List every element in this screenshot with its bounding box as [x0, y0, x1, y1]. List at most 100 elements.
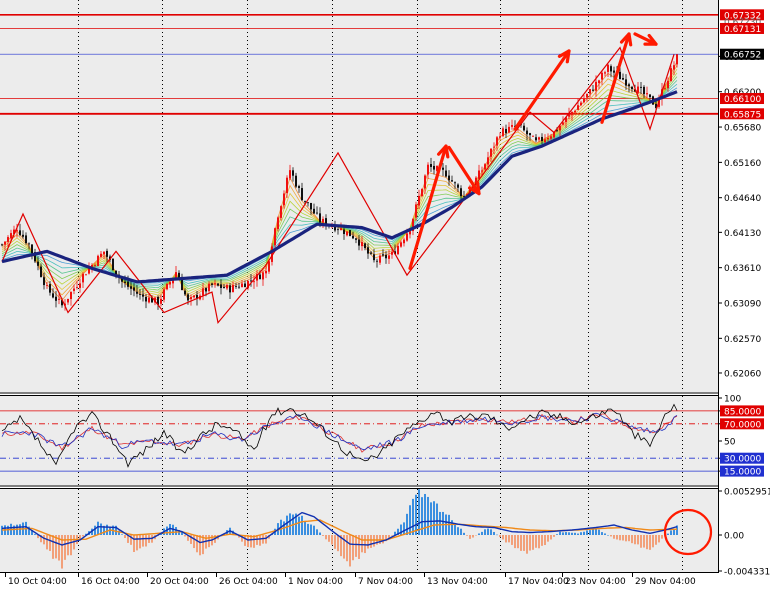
macd-histogram-bar — [643, 535, 645, 548]
price-panel-background[interactable] — [0, 0, 718, 392]
candle-body — [223, 287, 225, 289]
candle-body — [307, 202, 309, 204]
macd-histogram-bar — [607, 535, 609, 536]
candle-body — [232, 285, 234, 293]
candle-body — [571, 111, 573, 115]
macd-histogram-bar — [661, 535, 663, 539]
candle-body — [532, 135, 534, 137]
candle-body — [169, 282, 171, 285]
macd-histogram-bar — [592, 528, 594, 536]
candle-body — [46, 285, 48, 286]
price-level-badge-label: 0.67131 — [724, 25, 761, 35]
candle-body — [127, 281, 129, 287]
macd-histogram-bar — [142, 535, 144, 547]
macd-histogram-bar — [403, 522, 405, 536]
macd-histogram-bar — [427, 496, 429, 536]
macd-histogram-bar — [247, 535, 249, 548]
macd-histogram-bar — [328, 535, 330, 542]
candle-body — [643, 86, 645, 95]
macd-histogram-bar — [364, 535, 366, 554]
candle-body — [211, 283, 213, 285]
candle-body — [85, 274, 87, 276]
candle-body — [391, 252, 393, 255]
candle-body — [496, 137, 498, 146]
candle-body — [136, 291, 138, 294]
macd-histogram-bar — [481, 531, 483, 536]
macd-histogram-bar — [580, 532, 582, 536]
candle-body — [337, 229, 339, 231]
macd-histogram-bar — [265, 535, 267, 544]
candle-body — [418, 195, 420, 206]
macd-histogram-bar — [613, 535, 615, 539]
macd-histogram-bar — [334, 535, 336, 549]
macd-histogram-bar — [82, 535, 84, 537]
candle-body — [124, 281, 126, 283]
candle-body — [340, 228, 342, 230]
macd-histogram-bar — [193, 535, 195, 549]
price-tick-label: 0.62570 — [724, 335, 761, 345]
candle-body — [619, 71, 621, 80]
price-tick-label: 0.62060 — [724, 369, 761, 379]
trading-chart-window: 0.62060 0.62570 0.63090 0.63610 0.64130 0.646… — [0, 0, 770, 590]
candle-body — [538, 137, 540, 140]
candle-body — [367, 247, 369, 254]
macd-histogram-bar — [469, 535, 471, 539]
candle-body — [229, 285, 231, 293]
candle-body — [379, 255, 381, 263]
candle-body — [70, 291, 72, 300]
candle-body — [241, 283, 243, 287]
macd-histogram-bar — [637, 535, 639, 545]
candle-body — [373, 254, 375, 261]
candle-body — [415, 204, 417, 218]
candle-body — [397, 245, 399, 255]
macd-histogram-bar — [64, 535, 66, 560]
macd-histogram-bar — [658, 535, 660, 543]
candle-body — [244, 283, 246, 288]
candle-body — [301, 188, 303, 201]
candle-body — [400, 242, 402, 247]
macd-histogram-bar — [538, 535, 540, 549]
candle-body — [130, 286, 132, 289]
macd-histogram-bar — [301, 515, 303, 536]
macd-histogram-bar — [310, 524, 312, 536]
candle-body — [403, 239, 405, 244]
candle-body — [259, 274, 261, 280]
candle-body — [310, 202, 312, 210]
macd-tick-label: 0.0052951 — [724, 488, 770, 498]
candle-body — [181, 279, 183, 291]
macd-histogram-bar — [313, 525, 315, 536]
time-tick-label: 26 Oct 04:00 — [219, 577, 278, 587]
macd-histogram-bar — [541, 535, 543, 546]
macd-histogram-bar — [472, 535, 474, 538]
macd-histogram-bar — [43, 535, 45, 545]
candle-body — [22, 234, 24, 237]
macd-histogram-bar — [670, 530, 672, 536]
candle-body — [430, 164, 432, 167]
candle-body — [277, 217, 279, 230]
candle-body — [94, 265, 96, 266]
macd-histogram-bar — [304, 520, 306, 536]
macd-histogram-bar — [196, 535, 198, 553]
candle-body — [388, 255, 390, 259]
time-tick-label: 7 Nov 04:00 — [358, 577, 413, 587]
candle-body — [52, 293, 54, 298]
candle-body — [163, 289, 165, 300]
macd-histogram-bar — [523, 535, 525, 551]
candle-body — [226, 285, 228, 289]
macd-histogram-bar — [535, 535, 537, 548]
macd-histogram-bar — [499, 535, 501, 538]
macd-histogram-bar — [622, 535, 624, 541]
candle-body — [283, 193, 285, 206]
macd-histogram-bar — [286, 515, 288, 536]
price-level-badge-label: 0.66100 — [724, 95, 761, 105]
chart-canvas[interactable]: 0.62060 0.62570 0.63090 0.63610 0.64130 0.646… — [0, 0, 770, 590]
macd-histogram-bar — [502, 535, 504, 540]
macd-histogram-bar — [505, 535, 507, 543]
macd-histogram-bar — [493, 531, 495, 536]
candle-body — [490, 148, 492, 157]
candle-body — [583, 98, 585, 103]
macd-histogram-bar — [433, 501, 435, 536]
price-tick-label: 0.64130 — [724, 229, 761, 239]
macd-histogram-bar — [325, 535, 327, 540]
candle-body — [628, 84, 630, 87]
